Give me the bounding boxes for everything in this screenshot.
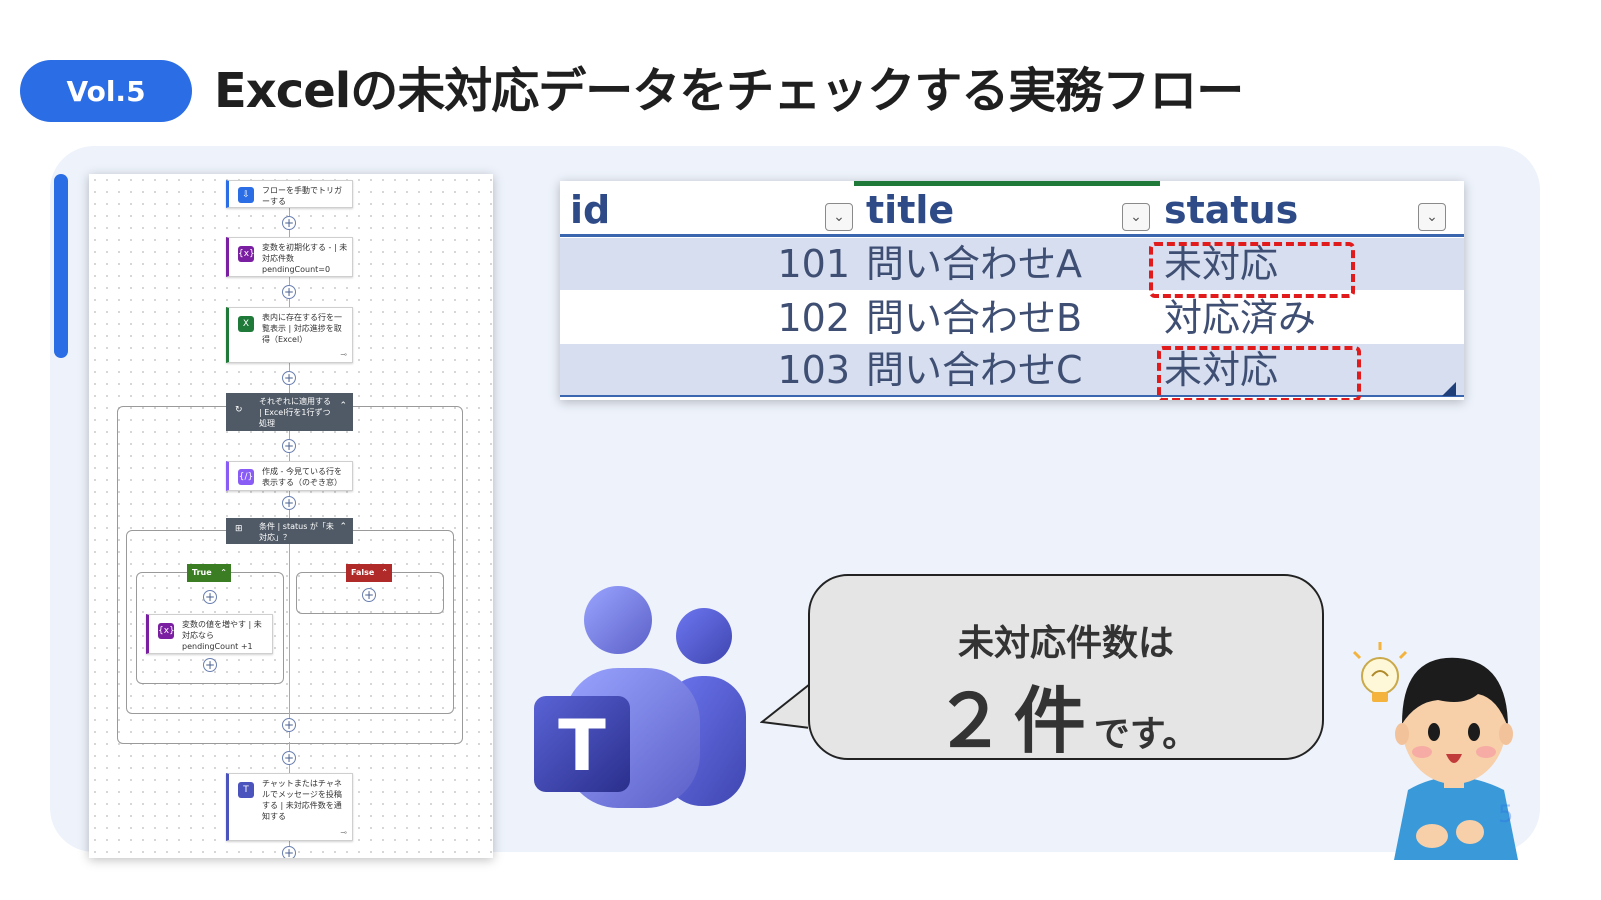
hand-icon: ⇩ (238, 187, 254, 203)
pending-count: ２件 (933, 679, 1094, 763)
cell-id[interactable]: 102 (560, 292, 850, 344)
highlight-box (1157, 346, 1361, 400)
bubble-count: ２件です。 (810, 662, 1322, 767)
column-header-title[interactable]: title (856, 187, 1156, 234)
flow-node-condition[interactable]: ⊞ 条件 | status が「未対応」？ ⌃ (226, 518, 353, 544)
flow-node-label: チャットまたはチャネルでメッセージを投稿する | 未対応件数を通知する (262, 779, 342, 821)
chevron-up-icon[interactable]: ⌃ (339, 522, 347, 533)
page-number: 5 (1498, 800, 1514, 828)
cell-title[interactable]: 問い合わせA (866, 238, 1082, 290)
flow-node-trigger[interactable]: ⇩ フローを手動でトリガーする (226, 180, 353, 208)
bubble-heading: 未対応件数は (957, 623, 1174, 664)
flow-canvas: ⇩ フローを手動でトリガーする + {x} 変数を初期化する - | 未対応件数… (89, 174, 493, 858)
flow-node-apply-each[interactable]: ↻ それぞれに適用する | Excel行を1行ずつ処理 ⌃ (226, 393, 353, 431)
flow-node-label: 変数を初期化する - | 未対応件数 pendingCount=0 (262, 243, 348, 274)
flow-node-label: フローを手動でトリガーする (262, 186, 342, 206)
flow-node-init-variable[interactable]: {x} 変数を初期化する - | 未対応件数 pendingCount=0 (226, 237, 353, 277)
compose-icon: {/} (238, 469, 254, 485)
cell-title[interactable]: 問い合わせB (866, 292, 1082, 344)
page-title: Excelの未対応データをチェックする実務フロー (214, 63, 1244, 119)
teams-logo-icon: T (534, 586, 746, 808)
column-header-status[interactable]: status (1154, 187, 1454, 234)
loop-icon: ↻ (235, 405, 243, 415)
chevron-up-icon[interactable]: ⌃ (339, 401, 347, 412)
volume-badge: Vol.5 (20, 60, 192, 122)
add-step-button[interactable]: + (282, 718, 296, 732)
add-step-button[interactable]: + (282, 285, 296, 299)
cell-id[interactable]: 101 (560, 238, 850, 290)
cell-status[interactable]: 対応済み (1164, 292, 1316, 344)
add-step-button[interactable]: + (203, 590, 217, 604)
add-step-button[interactable]: + (282, 216, 296, 230)
filter-dropdown-icon[interactable]: ⌄ (1418, 203, 1446, 231)
teams-icon: T (238, 782, 254, 798)
false-branch-badge[interactable]: False ⌃ (346, 564, 392, 582)
flow-node-label: それぞれに適用する | Excel行を1行ずつ処理 (259, 397, 331, 428)
filter-dropdown-icon[interactable]: ⌄ (1122, 203, 1150, 231)
svg-text:T: T (558, 705, 606, 787)
add-step-button[interactable]: + (282, 751, 296, 765)
person-idea-illustration (1352, 642, 1518, 860)
add-step-button[interactable]: + (362, 588, 376, 602)
speech-bubble: 未対応件数は ２件です。 (808, 574, 1324, 763)
cell-title[interactable]: 問い合わせC (866, 344, 1083, 396)
link-icon: ⊸ (340, 828, 347, 837)
chevron-up-icon: ⌃ (381, 568, 388, 577)
variable-icon: {x} (238, 246, 255, 262)
flow-node-increment[interactable]: {x} 変数の値を増やす | 未対応なら pendingCount +1 (146, 614, 273, 654)
flow-node-label: 変数の値を増やす | 未対応なら pendingCount +1 (182, 620, 262, 651)
flow-node-label: 表内に存在する行を一覧表示 | 対応進捗を取得（Excel） (262, 313, 342, 344)
flow-node-label: 条件 | status が「未対応」？ (259, 522, 334, 542)
bubble-suffix: です。 (1093, 714, 1199, 755)
add-step-button[interactable]: + (282, 496, 296, 510)
link-icon: ⊸ (340, 350, 347, 359)
excel-table: id title status ⌄ ⌄ ⌄ 101 問い合わせA 未対応 102… (560, 181, 1464, 400)
cell-id[interactable]: 103 (560, 344, 850, 396)
scroll-accent-bar (54, 174, 68, 358)
variable-icon: {x} (158, 623, 175, 639)
selected-column-indicator (854, 181, 1160, 186)
highlight-box (1149, 242, 1355, 298)
flow-node-label: 作成 - 今見ている行を表示する（のぞき窓） (262, 467, 342, 487)
flow-node-list-rows[interactable]: X 表内に存在する行を一覧表示 | 対応進捗を取得（Excel） ⊸ (226, 307, 353, 363)
condition-icon: ⊞ (235, 524, 243, 534)
excel-icon: X (238, 316, 254, 332)
column-header-id[interactable]: id (560, 187, 854, 234)
table-row[interactable]: 102 問い合わせB 対応済み (560, 292, 1464, 344)
add-step-button[interactable]: + (282, 371, 296, 385)
true-branch-badge[interactable]: True ⌃ (187, 564, 231, 582)
add-step-button[interactable]: + (282, 439, 296, 453)
chevron-up-icon: ⌃ (220, 568, 227, 577)
flow-node-post-message[interactable]: T チャットまたはチャネルでメッセージを投稿する | 未対応件数を通知する ⊸ (226, 773, 353, 841)
add-step-button[interactable]: + (203, 658, 217, 672)
filter-dropdown-icon[interactable]: ⌄ (825, 203, 853, 231)
add-step-button[interactable]: + (282, 846, 296, 858)
flow-node-compose[interactable]: {/} 作成 - 今見ている行を表示する（のぞき窓） (226, 461, 353, 491)
